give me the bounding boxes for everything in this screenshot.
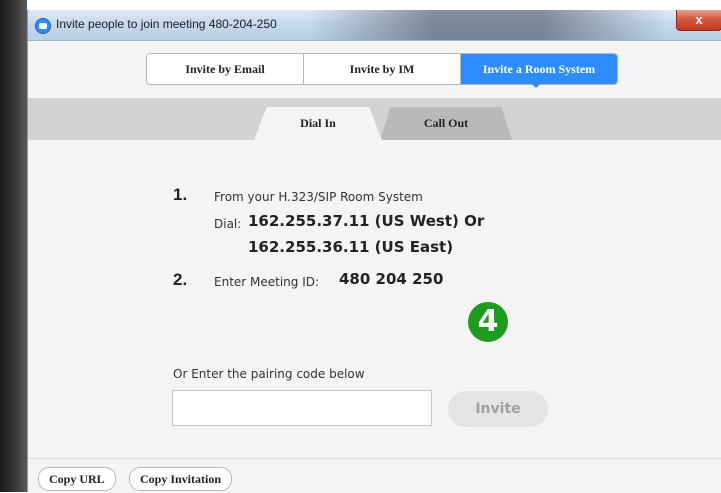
subtab-dial-in[interactable]: Dial In bbox=[254, 107, 382, 140]
invite-method-tabs: Invite by Email Invite by IM Invite a Ro… bbox=[146, 53, 618, 85]
close-button[interactable]: x bbox=[676, 10, 721, 31]
pairing-code-input[interactable] bbox=[172, 390, 432, 426]
step-1-text: From your H.323/SIP Room System bbox=[214, 190, 423, 204]
window-title: Invite people to join meeting 480-204-25… bbox=[56, 17, 277, 31]
title-bar-gradient bbox=[308, 10, 668, 40]
meeting-id: 480 204 250 bbox=[339, 270, 444, 288]
dial-label: Dial: bbox=[214, 217, 242, 231]
room-system-subtabs: Call Out Dial In bbox=[28, 98, 721, 140]
active-tab-caret-icon bbox=[530, 82, 542, 88]
invite-dialog: Invite people to join meeting 480-204-25… bbox=[27, 10, 721, 493]
subtab-call-out[interactable]: Call Out bbox=[380, 107, 512, 140]
step-2-text: Enter Meeting ID: bbox=[214, 275, 320, 289]
dial-address-east: 162.255.36.11 (US East) bbox=[248, 238, 454, 256]
dial-in-panel: 1. From your H.323/SIP Room System Dial:… bbox=[28, 140, 721, 460]
copy-invitation-button[interactable]: Copy Invitation bbox=[129, 467, 233, 491]
invite-button[interactable]: Invite bbox=[448, 391, 548, 427]
step-2-number: 2. bbox=[173, 270, 188, 289]
dial-address-west: 162.255.37.11 (US West) Or bbox=[248, 212, 485, 230]
step-4-annotation-badge: 4 bbox=[468, 302, 508, 342]
pairing-code-label: Or Enter the pairing code below bbox=[173, 367, 365, 381]
tab-invite-by-im[interactable]: Invite by IM bbox=[304, 54, 461, 84]
tab-invite-by-email[interactable]: Invite by Email bbox=[147, 54, 304, 84]
step-1-number: 1. bbox=[173, 185, 188, 204]
copy-url-button[interactable]: Copy URL bbox=[38, 467, 116, 491]
title-bar[interactable]: Invite people to join meeting 480-204-25… bbox=[28, 10, 721, 41]
footer-bar: Copy URL Copy Invitation bbox=[28, 458, 721, 493]
desktop-edge bbox=[0, 0, 27, 492]
tab-invite-room-system[interactable]: Invite a Room System bbox=[461, 54, 617, 84]
zoom-app-icon bbox=[35, 18, 51, 34]
